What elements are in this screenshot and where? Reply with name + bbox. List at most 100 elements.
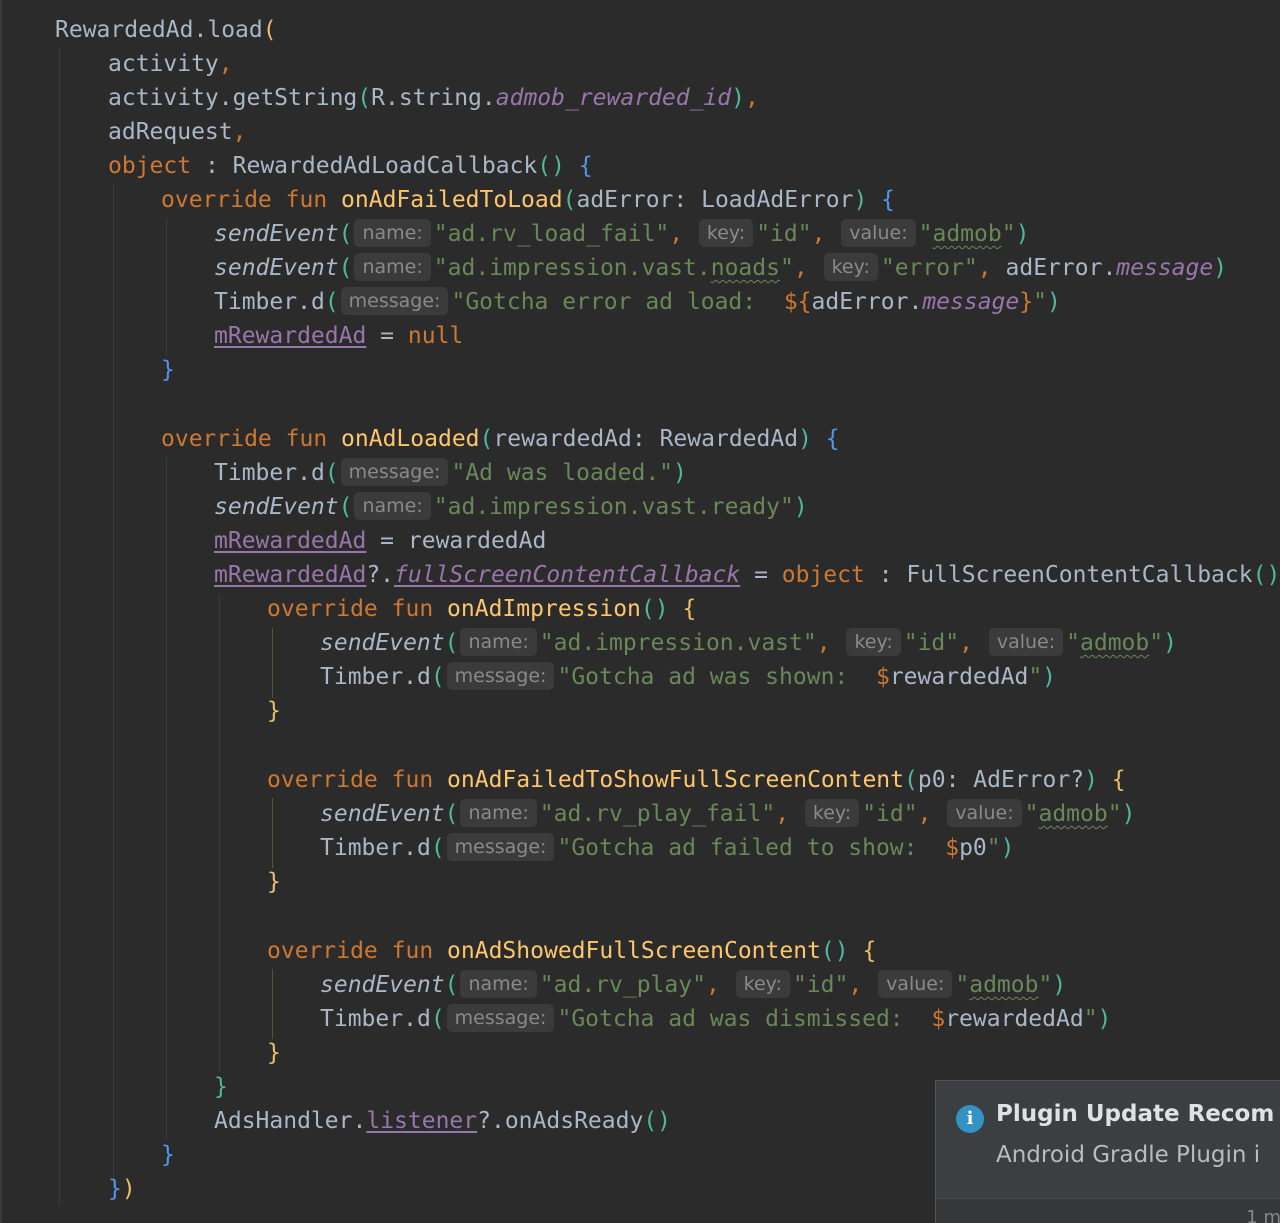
string: "ad.impression.vast.ready" [433, 494, 794, 520]
code-line: Timber.d(message: "Gotcha error ad load: … [214, 287, 1061, 315]
param: p0 [917, 767, 946, 793]
code-line: override fun onAdImpression() { [267, 596, 697, 622]
param-hint: key: [735, 970, 790, 998]
type-ref: FullScreenContentCallback [906, 562, 1253, 588]
indent-guide [113, 184, 114, 1190]
type-ref: RewardedAd [659, 426, 799, 452]
notification-title: Plugin Update Recom [996, 1101, 1275, 1127]
code-line: sendEvent(name: "ad.impression.vast.ready… [214, 492, 808, 520]
code-line: override fun onAdLoaded(rewardedAd: Rewa… [161, 426, 840, 452]
code-line: override fun onAdShowedFullScreenContent… [267, 938, 877, 964]
class-ref: Timber [320, 1006, 404, 1032]
string: "id" [903, 630, 960, 656]
string: "Gotcha ad was shown: [557, 664, 876, 690]
function-call: sendEvent [214, 221, 339, 247]
arg: adRequest [108, 119, 233, 145]
function-call: sendEvent [320, 630, 445, 656]
class-ref: RewardedAd [55, 17, 194, 43]
string: "ad.rv_play_fail" [539, 801, 776, 827]
param-hint: key: [823, 253, 878, 281]
code-line: mRewardedAd = null [214, 323, 464, 349]
param-hint: name: [354, 492, 431, 520]
function-call: sendEvent [320, 801, 445, 827]
string: admob [1080, 630, 1150, 656]
resource-id: admob_rewarded_id [495, 85, 732, 111]
param-hint: name: [460, 970, 537, 998]
resource-ref: R.string. [371, 85, 496, 111]
class-ref: Timber [320, 835, 404, 861]
field-ref: mRewardedAd [214, 562, 367, 588]
string: admob [1038, 801, 1108, 827]
function-call: sendEvent [214, 494, 339, 520]
param-hint: key: [804, 799, 860, 827]
string: "ad.rv_play" [539, 972, 706, 998]
code-line: override fun onAdFailedToLoad(adError: L… [161, 187, 896, 213]
property: message [922, 289, 1020, 315]
keyword: fun [391, 767, 434, 793]
notification-footer-text: 1 m [1246, 1207, 1280, 1223]
string: admob [932, 221, 1002, 247]
function-name: onAdLoaded [341, 426, 480, 452]
param-hint: message: [340, 458, 449, 486]
property: message [1116, 255, 1214, 281]
field-ref: listener [366, 1108, 478, 1134]
type-ref: LoadAdError [701, 187, 854, 213]
param-hint: key: [846, 628, 901, 656]
string: "id" [792, 972, 849, 998]
class-ref: AdsHandler [214, 1108, 353, 1134]
param-hint: value: [988, 628, 1064, 656]
method-ref: d [310, 289, 325, 315]
variable: adError [811, 289, 909, 315]
arg: activity [108, 85, 219, 111]
code-line: sendEvent(name: "ad.impression.vast", key… [320, 628, 1177, 656]
code-line: }) [108, 1176, 136, 1202]
param-hint: value: [878, 970, 953, 998]
param-hint: name: [460, 628, 537, 656]
param-hint: message: [340, 287, 449, 315]
function-call: sendEvent [214, 255, 339, 281]
string: "Ad was loaded." [451, 460, 674, 486]
variable: p0 [959, 835, 987, 861]
param-hint: message: [446, 662, 555, 690]
string: "ad.rv_load_fail" [433, 221, 670, 247]
param-hint: value: [947, 799, 1022, 827]
variable: rewardedAd [407, 528, 547, 554]
string: "ad.impression.vast" [539, 630, 817, 656]
param-hint: name: [354, 219, 431, 247]
code-editor[interactable]: RewardedAd.load( activity, activity.getS… [0, 0, 1280, 1223]
code-line: sendEvent(name: "ad.rv_play", key: "id", v… [320, 970, 1067, 998]
indent-guide [272, 969, 273, 1039]
param-hint: name: [460, 799, 537, 827]
keyword: override [161, 187, 272, 213]
string: "Gotcha error ad load: [451, 289, 784, 315]
variable: rewardedAd [945, 1006, 1084, 1032]
param-hint: message: [446, 1004, 555, 1032]
method-ref: d [416, 664, 431, 690]
notification-body[interactable]: Android Gradle Plugin i [996, 1142, 1260, 1168]
plugin-update-notification[interactable]: i Plugin Update Recom Android Gradle Plu… [935, 1080, 1280, 1223]
arg: activity [108, 51, 219, 77]
method-ref: getString [232, 85, 358, 111]
string: "ad.impression.vast. [433, 255, 711, 281]
keyword: fun [391, 596, 434, 622]
indent-guide [59, 48, 60, 1206]
param: rewardedAd [493, 426, 632, 452]
keyword: object [781, 562, 865, 588]
code-line: Timber.d(message: "Gotcha ad failed to sh… [320, 833, 1015, 861]
property: fullScreenContentCallback [394, 562, 741, 588]
indent-guide [272, 798, 273, 868]
indent-guide [166, 457, 167, 1139]
keyword: override [267, 767, 378, 793]
code-line: object : RewardedAdLoadCallback() { [108, 153, 593, 179]
class-ref: Timber [320, 664, 404, 690]
string: admob [969, 972, 1039, 998]
method-ref: onAdsReady [504, 1108, 644, 1134]
code-line: Timber.d(message: "Gotcha ad was dismisse… [320, 1004, 1112, 1032]
type-ref: RewardedAdLoadCallback [232, 153, 538, 179]
method-ref: load [207, 17, 263, 43]
code-line: sendEvent(name: "ad.rv_load_fail", key: "i… [214, 219, 1030, 247]
keyword: fun [285, 187, 328, 213]
field-ref: mRewardedAd [214, 323, 367, 349]
param-hint: name: [354, 253, 431, 281]
function-name: onAdShowedFullScreenContent [447, 938, 821, 964]
